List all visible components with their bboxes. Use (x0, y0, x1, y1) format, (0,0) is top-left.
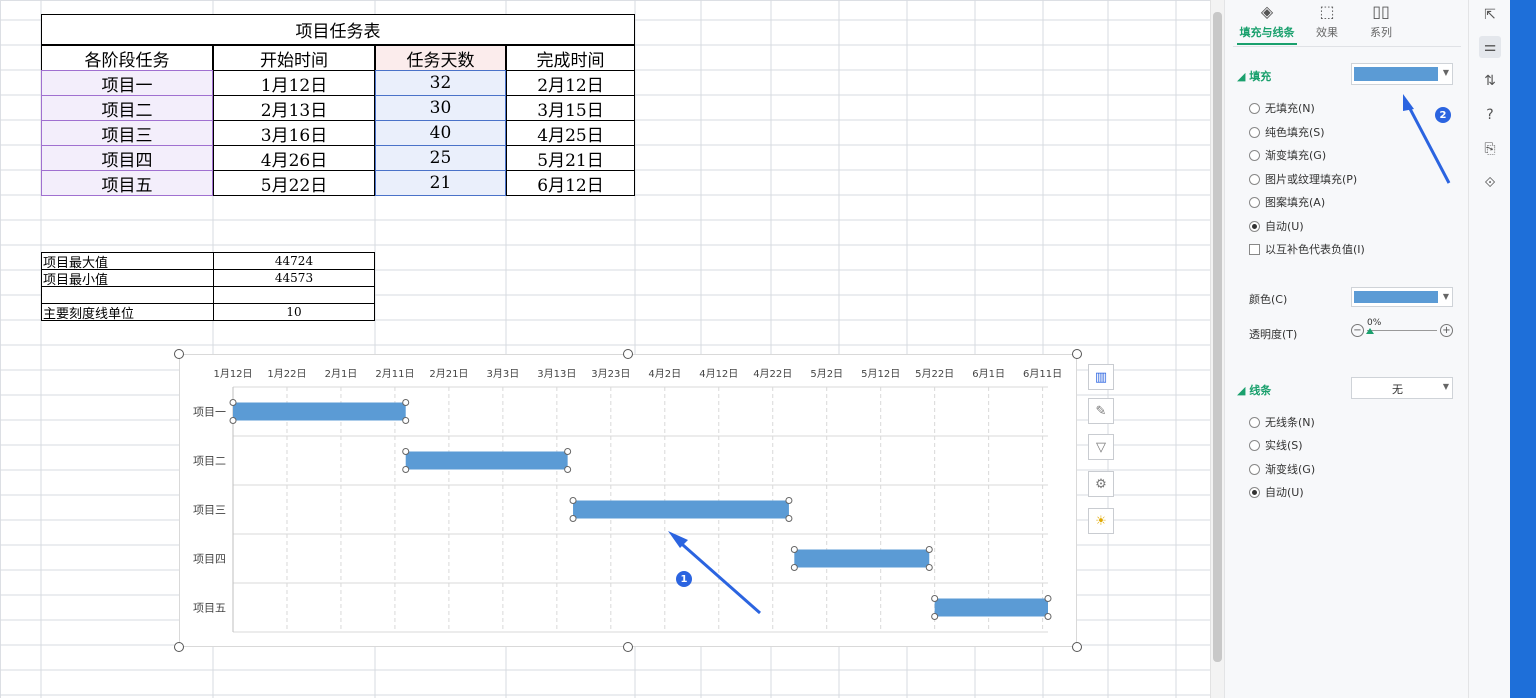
chevron-down-icon: ▼ (1442, 292, 1449, 301)
plus-icon[interactable]: + (1440, 324, 1453, 337)
help-icon[interactable]: ? (1479, 104, 1501, 126)
share-icon[interactable]: ⟐ (1479, 172, 1501, 194)
line-dropdown[interactable]: 无 ▼ (1351, 377, 1453, 399)
color-label: 颜色(C) (1249, 293, 1288, 306)
line-option-gradient[interactable]: 渐变线(G) (1249, 461, 1315, 477)
transparency-slider[interactable]: − 0% + (1351, 318, 1455, 342)
slider-value: 0% (1367, 318, 1382, 328)
transparency-label: 透明度(T) (1249, 328, 1298, 341)
scrollbar-thumb[interactable] (1213, 12, 1222, 662)
transform-icon[interactable]: ⇅ (1479, 70, 1501, 92)
chevron-down-icon: ▼ (1442, 382, 1449, 391)
line-option-solid[interactable]: 实线(S) (1249, 437, 1303, 453)
line-option-none[interactable]: 无线条(N) (1249, 414, 1315, 430)
color-swatch (1354, 291, 1438, 303)
annotation-badge-2: 2 (1435, 107, 1451, 123)
pointer-icon[interactable]: ⇱ (1479, 4, 1501, 26)
minus-icon[interactable]: − (1351, 324, 1364, 337)
properties-icon[interactable]: ⚌ (1479, 36, 1501, 58)
annotation-arrow-2 (1403, 94, 1451, 184)
window-edge (1510, 0, 1536, 698)
annotation-arrows (668, 531, 761, 615)
fill-option-auto[interactable]: 自动(U) (1249, 218, 1304, 234)
backup-icon[interactable]: ⎘ (1479, 138, 1501, 160)
invert-negative-checkbox[interactable]: 以互补色代表负值(I) (1249, 241, 1365, 257)
right-rail: ⇱ ⚌ ⇅ ? ⎘ ⟐ (1468, 0, 1510, 698)
spreadsheet-area[interactable]: 项目任务表 各阶段任务 开始时间 任务天数 完成时间 项目一 1月12日 32 2月12日项… (0, 0, 1210, 698)
vertical-scrollbar[interactable] (1210, 0, 1224, 698)
annotation-badge-1: 1 (676, 571, 692, 587)
color-dropdown[interactable]: ▼ (1351, 287, 1453, 307)
format-panel: ◈ 填充与线条 ⬚ 效果 ▯▯ 系列 ◢ 填充 ▼ 无填充(N) 纯色填充(S)… (1224, 0, 1468, 698)
line-option-auto[interactable]: 自动(U) (1249, 484, 1304, 500)
slider-track (1367, 330, 1437, 331)
slider-thumb[interactable] (1366, 328, 1374, 334)
line-section-header[interactable]: ◢ 线条 (1237, 382, 1271, 398)
